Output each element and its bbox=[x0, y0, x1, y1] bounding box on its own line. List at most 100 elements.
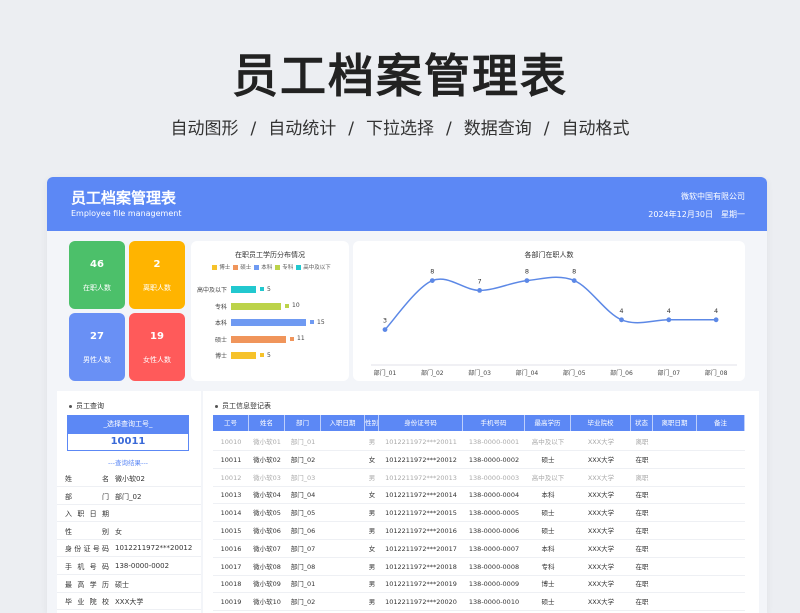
column-header[interactable]: 入职日期 bbox=[321, 415, 365, 431]
table-cell bbox=[321, 451, 365, 469]
query-field-row: 姓名 微小软02 bbox=[57, 469, 201, 487]
column-header[interactable]: 手机号码 bbox=[463, 415, 525, 431]
stat-value: 46 bbox=[90, 259, 104, 270]
column-header[interactable]: 性别 bbox=[365, 415, 379, 431]
column-header[interactable]: 身份证号码 bbox=[379, 415, 463, 431]
column-header[interactable]: 备注 bbox=[697, 415, 745, 431]
x-tick-label: 部门_07 bbox=[657, 369, 680, 377]
selected-employee-id[interactable]: 10011 bbox=[67, 433, 189, 451]
data-point bbox=[524, 278, 530, 283]
column-header[interactable]: 最高学历 bbox=[525, 415, 571, 431]
table-cell: 10019 bbox=[220, 598, 242, 607]
table-cell: 硕士 bbox=[541, 598, 555, 607]
field-label: 部门 bbox=[65, 492, 109, 501]
table-cell: 1012211972***20014 bbox=[385, 491, 457, 500]
field-value: 138-0000-0002 bbox=[115, 562, 170, 570]
table-row[interactable]: 10015 微小软06 部门_06 男 1012211972***20016 138-00… bbox=[213, 522, 745, 540]
column-header[interactable]: 状态 bbox=[631, 415, 653, 431]
table-cell: 本科 bbox=[541, 491, 555, 500]
legend-label: 专科 bbox=[282, 265, 294, 271]
query-field-row: 手机号码 138-0000-0002 bbox=[57, 557, 201, 575]
table-cell: XXX大学 bbox=[587, 562, 615, 571]
stat-value: 27 bbox=[90, 331, 104, 342]
bar-value-label: 10 bbox=[285, 302, 300, 309]
table-row[interactable]: 10014 微小软05 部门_05 男 1012211972***20015 138-00… bbox=[213, 504, 745, 523]
table-cell: 微小软05 bbox=[253, 509, 281, 518]
table-cell: 男 bbox=[368, 527, 376, 535]
table-cell: 微小软04 bbox=[253, 491, 281, 500]
query-field-row: 最高学历 硕士 bbox=[57, 575, 201, 593]
table-cell: 男 bbox=[368, 438, 376, 446]
stat-label: 在职人数 bbox=[83, 284, 111, 292]
table-row[interactable]: 10018 微小软09 部门_01 男 1012211972***20019 138-00… bbox=[213, 575, 745, 594]
table-row[interactable]: 10016 微小软07 部门_07 女 1012211972***20017 138-00… bbox=[213, 540, 745, 558]
table-cell: 本科 bbox=[541, 544, 555, 553]
table-cell: 男 bbox=[368, 562, 376, 571]
column-header[interactable]: 工号 bbox=[213, 415, 249, 431]
table-cell: XXX大学 bbox=[587, 491, 615, 500]
department-line-chart: 3 部门_01 8 部门_02 7 部门_03 8 部门_04 8 部门_05 4 部门_06 4 部门_… bbox=[371, 268, 737, 377]
stat-tile-female: 19 女性人数 bbox=[129, 313, 185, 381]
column-header[interactable]: 离职日期 bbox=[653, 415, 697, 431]
field-label: 手机号码 bbox=[65, 563, 109, 571]
table-cell bbox=[697, 522, 745, 540]
bullet-icon bbox=[69, 404, 72, 408]
table-cell: 1012211972***20020 bbox=[385, 598, 457, 607]
field-label: 毕业院校 bbox=[65, 598, 109, 607]
table-cell bbox=[697, 486, 745, 504]
column-header[interactable]: 部门 bbox=[285, 415, 321, 431]
table-row[interactable]: 10013 微小软04 部门_04 女 1012211972***20014 138-00… bbox=[213, 486, 745, 505]
bar-value-label: 5 bbox=[260, 286, 271, 293]
separator: / bbox=[543, 119, 550, 139]
table-cell: 10013 bbox=[220, 491, 242, 500]
dashboard-card: 员工档案管理表 Employee file management 微软中国有限公… bbox=[47, 177, 767, 613]
employee-id-select[interactable]: _选择查询工号_ bbox=[67, 415, 189, 433]
table-row[interactable]: 10011 微小软02 部门_02 女 1012211972***20012 138-00… bbox=[213, 451, 745, 469]
table-row[interactable]: 10017 微小软08 部门_08 男 1012211972***20018 138-00… bbox=[213, 558, 745, 576]
table-cell: 女 bbox=[368, 491, 376, 500]
table-cell: 微小软02 bbox=[253, 455, 281, 464]
data-point bbox=[429, 278, 435, 283]
table-row[interactable]: 10019 微小软10 部门_02 男 1012211972***20020 138-00… bbox=[213, 593, 745, 612]
table-cell: 部门_06 bbox=[290, 527, 316, 535]
table-cell: 微小软10 bbox=[253, 598, 281, 607]
stat-value: 19 bbox=[150, 331, 164, 342]
bar-0 bbox=[231, 286, 256, 293]
dashboard-header: 员工档案管理表 Employee file management 微软中国有限公… bbox=[47, 177, 767, 231]
value-marker-icon bbox=[260, 353, 264, 357]
query-result-label: ---查询结果--- bbox=[107, 459, 149, 467]
column-header[interactable]: 姓名 bbox=[249, 415, 285, 431]
date-text: 2024年12月30日 bbox=[648, 210, 713, 219]
table-cell: 在职 bbox=[635, 580, 649, 589]
table-cell: 138-0000-0001 bbox=[468, 438, 520, 446]
x-tick-label: 部门_06 bbox=[610, 369, 633, 377]
table-row[interactable]: 10010 微小软01 部门_01 男 1012211972***20011 138-00… bbox=[213, 433, 745, 451]
department-chart-panel: 各部门在职人数 3 部门_01 8 部门_02 7 部门_03 8 部门_04 8 部门_05 4 部… bbox=[353, 241, 745, 381]
x-tick-label: 部门_08 bbox=[705, 369, 728, 377]
bar-value: 5 bbox=[267, 351, 271, 359]
register-heading-text: 员工信息登记表 bbox=[222, 402, 271, 410]
table-cell: 硕士 bbox=[541, 455, 555, 464]
field-value: 硕士 bbox=[115, 580, 129, 589]
field-value: 微小软02 bbox=[115, 475, 145, 483]
bar-3 bbox=[231, 335, 286, 343]
register-table-header: 工号 姓名 部门 入职日期 性别 身份证号码 手机号码 最高学历 毕业院校 状态 离职日期 备注 bbox=[213, 415, 745, 431]
table-cell bbox=[653, 451, 697, 469]
field-value: XXX大学 bbox=[115, 598, 144, 607]
legend-swatch bbox=[296, 265, 302, 270]
column-header[interactable]: 毕业院校 bbox=[571, 415, 631, 431]
bar-value-label: 5 bbox=[260, 352, 271, 359]
value-marker-icon bbox=[260, 287, 264, 291]
data-label: 3 bbox=[383, 317, 387, 325]
table-cell bbox=[653, 540, 697, 558]
field-value: 部门_02 bbox=[115, 492, 142, 501]
table-cell: 女 bbox=[368, 544, 376, 553]
field-value: 女 bbox=[115, 527, 122, 536]
table-cell: 硕士 bbox=[541, 509, 555, 518]
data-point bbox=[477, 288, 482, 293]
hero-subtitle: 自动图形 / 自动统计 / 下拉选择 / 数据查询 / 自动格式 bbox=[0, 114, 800, 139]
bar-value: 11 bbox=[297, 335, 305, 342]
table-row[interactable]: 10012 微小软03 部门_03 男 1012211972***20013 138-00… bbox=[213, 469, 745, 487]
table-cell: 138-0000-0002 bbox=[468, 455, 520, 464]
table-cell: XXX大学 bbox=[587, 544, 615, 553]
